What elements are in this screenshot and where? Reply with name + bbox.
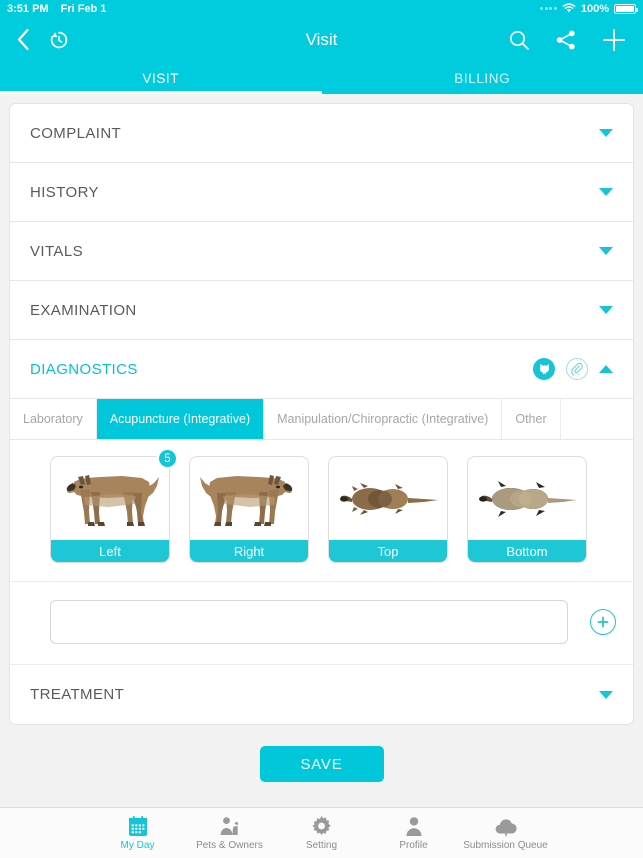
section-complaint[interactable]: COMPLAINT [10, 104, 633, 163]
view-card-top[interactable]: Top [328, 456, 448, 563]
plus-icon[interactable] [601, 27, 627, 53]
section-history-actions [599, 188, 613, 196]
status-date: Fri Feb 1 [60, 2, 107, 15]
dog-ventral-image [468, 457, 586, 540]
wifi-icon [562, 2, 576, 16]
status-time: 3:51 PM [7, 2, 49, 15]
back-chevron-icon[interactable] [16, 28, 30, 51]
tab-visit-label: VISIT [142, 70, 180, 86]
subtab-laboratory-label: Laboratory [23, 412, 83, 426]
anatomy-view-card-list: 5 Left Right Top Bottom [10, 440, 633, 582]
battery-percent: 100% [580, 2, 609, 15]
tab-billing-label: BILLING [454, 70, 511, 86]
bottom-nav-submission-queue[interactable]: Submission Queue [460, 815, 552, 851]
bottom-nav-my-day-label: My Day [120, 840, 155, 851]
subtab-acupuncture-label: Acupuncture (Integrative) [109, 412, 251, 426]
bottom-nav-submission-queue-label: Submission Queue [463, 840, 548, 851]
sections-card: COMPLAINT HISTORY VITALS EXAMINATION DIA… [9, 103, 634, 725]
top-tab-bar: VISIT BILLING [0, 62, 643, 94]
tab-visit[interactable]: VISIT [0, 62, 322, 94]
battery-full-icon [614, 3, 638, 14]
bottom-nav-profile[interactable]: Profile [368, 815, 460, 851]
save-button[interactable]: SAVE [259, 746, 384, 782]
bottom-nav-pets-owners-label: Pets & Owners [196, 840, 263, 851]
save-button-wrapper: SAVE [9, 725, 634, 794]
plus-circle-icon[interactable] [590, 609, 616, 635]
chevron-down-icon[interactable] [599, 129, 613, 137]
chevron-down-icon[interactable] [599, 690, 613, 699]
calendar-icon [128, 815, 148, 837]
section-vitals[interactable]: VITALS [10, 222, 633, 281]
view-card-left[interactable]: 5 Left [50, 448, 178, 563]
section-examination-actions [599, 306, 613, 314]
view-card-left-label: Left [51, 540, 169, 562]
view-card-bottom-label: Bottom [468, 540, 586, 562]
section-examination-label: EXAMINATION [30, 301, 137, 319]
chevron-down-icon[interactable] [599, 306, 613, 314]
chevron-up-icon[interactable] [599, 365, 613, 373]
dog-lateral-left-image [51, 457, 169, 540]
nav-right-group [507, 27, 627, 53]
tab-billing[interactable]: BILLING [322, 62, 643, 94]
section-diagnostics-actions [533, 358, 613, 380]
share-icon[interactable] [555, 29, 577, 51]
subtab-laboratory[interactable]: Laboratory [10, 399, 97, 439]
subtab-manipulation-label: Manipulation/Chiropractic (Integrative) [277, 412, 489, 426]
section-treatment[interactable]: TREATMENT [10, 665, 633, 724]
search-icon[interactable] [507, 28, 531, 52]
chevron-down-icon[interactable] [599, 247, 613, 255]
section-history-label: HISTORY [30, 183, 99, 201]
view-card-bottom[interactable]: Bottom [467, 456, 587, 563]
chevron-down-icon[interactable] [599, 188, 613, 196]
status-right-group: 100% [540, 2, 638, 16]
bottom-nav-profile-label: Profile [399, 840, 428, 851]
section-examination[interactable]: EXAMINATION [10, 281, 633, 340]
section-complaint-label: COMPLAINT [30, 124, 122, 142]
pets-owners-icon [218, 815, 242, 837]
view-card-top-label: Top [329, 540, 447, 562]
signal-dots-icon [540, 7, 557, 10]
dog-head-icon[interactable] [533, 358, 555, 380]
nav-left-group [16, 28, 70, 51]
section-treatment-label: TREATMENT [30, 686, 125, 703]
content-scroll-area[interactable]: COMPLAINT HISTORY VITALS EXAMINATION DIA… [0, 94, 643, 807]
subtab-other-label: Other [515, 412, 547, 426]
status-bar: 3:51 PM Fri Feb 1 100% [0, 0, 643, 17]
paperclip-icon[interactable] [566, 358, 588, 380]
bottom-nav-bar: My Day Pets & Owners Setting Profile Sub… [0, 807, 643, 858]
note-input[interactable] [50, 600, 568, 644]
subtab-empty-filler [561, 399, 633, 439]
diagnostics-subtab-bar: Laboratory Acupuncture (Integrative) Man… [10, 399, 633, 440]
view-card-right-label: Right [190, 540, 308, 562]
nav-bar: Visit [0, 17, 643, 62]
bottom-nav-my-day[interactable]: My Day [92, 815, 184, 851]
section-complaint-actions [599, 129, 613, 137]
section-vitals-actions [599, 247, 613, 255]
person-icon [404, 815, 424, 837]
dog-lateral-right-image [190, 457, 308, 540]
gear-icon [311, 815, 332, 837]
subtab-acupuncture[interactable]: Acupuncture (Integrative) [96, 399, 265, 439]
section-treatment-actions [599, 690, 613, 699]
section-diagnostics[interactable]: DIAGNOSTICS [10, 340, 633, 399]
view-card-right[interactable]: Right [189, 456, 309, 563]
diagnostics-note-row [10, 582, 633, 665]
app-root: 3:51 PM Fri Feb 1 100% Visit VISIT BILLI… [0, 0, 643, 858]
subtab-manipulation-chiropractic[interactable]: Manipulation/Chiropractic (Integrative) [264, 399, 503, 439]
subtab-other[interactable]: Other [502, 399, 561, 439]
bottom-nav-setting[interactable]: Setting [276, 815, 368, 851]
bottom-nav-pets-owners[interactable]: Pets & Owners [184, 815, 276, 851]
cloud-upload-icon [494, 815, 518, 837]
view-card-left-badge: 5 [157, 448, 178, 469]
bottom-nav-setting-label: Setting [305, 840, 338, 851]
section-diagnostics-label: DIAGNOSTICS [30, 360, 138, 378]
section-history[interactable]: HISTORY [10, 163, 633, 222]
history-clock-icon[interactable] [48, 29, 70, 51]
dog-dorsal-image [329, 457, 447, 540]
section-vitals-label: VITALS [30, 242, 83, 260]
